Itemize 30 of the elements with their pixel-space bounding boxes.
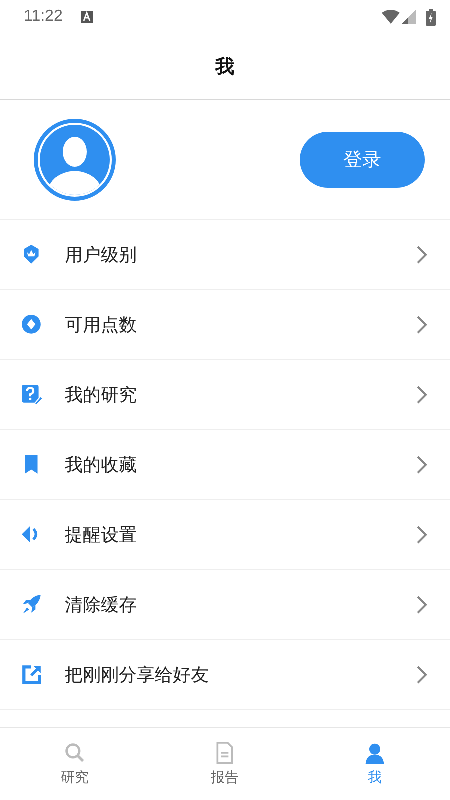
avatar-icon [34,118,116,200]
chevron-right-icon [416,524,428,544]
person-icon [364,741,386,765]
menu-item[interactable]: 可用点数 [0,290,450,360]
notification-icon [80,11,93,23]
tab-item[interactable]: 研究 [0,728,150,800]
page-title: 我 [216,54,234,80]
question-pencil-icon [21,384,43,406]
rocket-icon [21,594,43,616]
document-icon [214,741,236,765]
tab-item[interactable]: 报告 [150,728,300,800]
chevron-right-icon [416,384,428,404]
chevron-right-icon [416,244,428,264]
menu-item[interactable]: 我的研究 [0,360,450,430]
menu-item[interactable]: 用户级别 [0,220,450,290]
chevron-right-icon [416,664,428,684]
status-time: 11:22 [24,8,63,26]
menu-item[interactable]: 清除缓存 [0,570,450,640]
signal-icon [402,10,416,24]
chevron-right-icon [416,594,428,614]
chevron-right-icon [416,454,428,474]
battery-icon [426,8,436,26]
menu-item[interactable]: 我的收藏 [0,430,450,500]
menu-item[interactable]: 把刚刚分享给好友 [0,640,450,710]
chevron-right-icon [416,314,428,334]
menu-item[interactable]: 提醒设置 [0,500,450,570]
search-icon [64,741,86,765]
wifi-icon [382,10,400,24]
diamond-coin-icon [21,314,43,336]
share-icon [21,664,43,686]
